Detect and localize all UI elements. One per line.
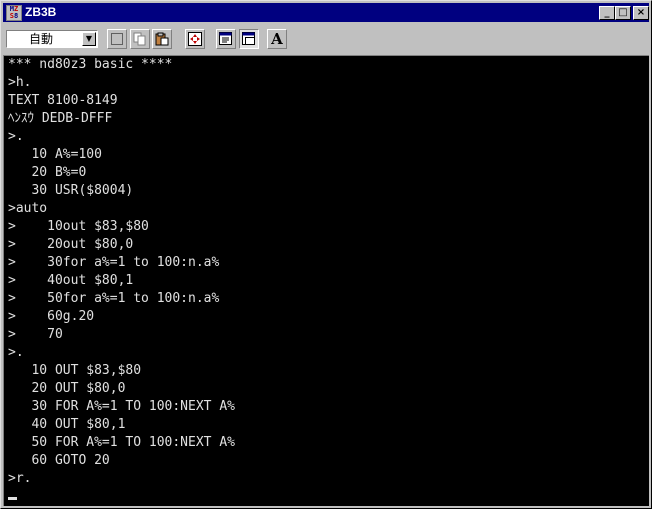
select-button[interactable] <box>107 29 127 49</box>
terminal-line: 20 OUT $80,0 <box>8 381 126 396</box>
font-icon: A <box>271 30 283 48</box>
terminal-line: >auto <box>8 201 48 216</box>
terminal-line: >. <box>8 129 24 144</box>
terminal-line: 60 GOTO 20 <box>8 453 110 468</box>
terminal-line: 10 OUT $83,$80 <box>8 363 142 378</box>
app-icon[interactable]: MZ S8 <box>6 5 22 21</box>
toolbar: 自動 ▼ A <box>3 24 649 54</box>
terminal-line: >h. <box>8 75 32 90</box>
copy-button[interactable] <box>130 29 150 49</box>
terminal-line: *** nd80z3 basic **** <box>8 57 173 72</box>
maximize-button[interactable]: □ <box>615 6 631 20</box>
fullscreen-button[interactable] <box>185 29 205 49</box>
terminal-line: > 40out $80,1 <box>8 273 134 288</box>
font-button[interactable]: A <box>267 29 287 49</box>
app-window: MZ S8 ZB3B _ □ × 自動 ▼ A *** nd80z3 basic… <box>0 0 652 509</box>
terminal-lines: *** nd80z3 basic **** >h. TEXT 8100-8149 ﾍﾝ… <box>8 56 235 488</box>
copy-icon <box>133 32 146 46</box>
paste-icon <box>155 32 169 46</box>
terminal-line: > 70 <box>8 327 63 342</box>
font-size-select[interactable]: 自動 ▼ <box>6 30 98 48</box>
chevron-down-icon[interactable]: ▼ <box>82 32 96 46</box>
properties-icon <box>219 32 232 45</box>
close-button[interactable]: × <box>633 6 649 20</box>
terminal-line: 20 B%=0 <box>8 165 87 180</box>
terminal-line: 10 A%=100 <box>8 147 102 162</box>
background-icon <box>242 32 255 45</box>
terminal-line: >r. <box>8 471 32 486</box>
window-title: ZB3B <box>25 5 57 19</box>
terminal-line: 30 FOR A%=1 TO 100:NEXT A% <box>8 399 235 414</box>
terminal-line: >. <box>8 345 24 360</box>
properties-button[interactable] <box>216 29 236 49</box>
terminal-line: ﾍﾝｽｳ DEDB-DFFF <box>8 111 113 126</box>
fullscreen-icon <box>188 32 202 46</box>
terminal-line: 50 FOR A%=1 TO 100:NEXT A% <box>8 435 235 450</box>
terminal-line: TEXT 8100-8149 <box>8 93 118 108</box>
text-cursor <box>8 497 17 500</box>
terminal-output[interactable]: *** nd80z3 basic **** >h. TEXT 8100-8149 ﾍﾝ… <box>3 55 649 506</box>
background-button[interactable] <box>239 29 259 49</box>
terminal-line: > 30for a%=1 to 100:n.a% <box>8 255 220 270</box>
terminal-line: > 60g.20 <box>8 309 95 324</box>
terminal-line: > 50for a%=1 to 100:n.a% <box>8 291 220 306</box>
terminal-line: 40 OUT $80,1 <box>8 417 126 432</box>
terminal-line: > 20out $80,0 <box>8 237 134 252</box>
font-size-value: 自動 <box>29 32 54 46</box>
terminal-line: 30 USR($8004) <box>8 183 134 198</box>
title-bar[interactable]: MZ S8 ZB3B _ □ × <box>3 3 649 22</box>
minimize-button[interactable]: _ <box>599 6 615 20</box>
paste-button[interactable] <box>152 29 172 49</box>
terminal-line: > 10out $83,$80 <box>8 219 149 234</box>
select-icon <box>111 33 123 45</box>
